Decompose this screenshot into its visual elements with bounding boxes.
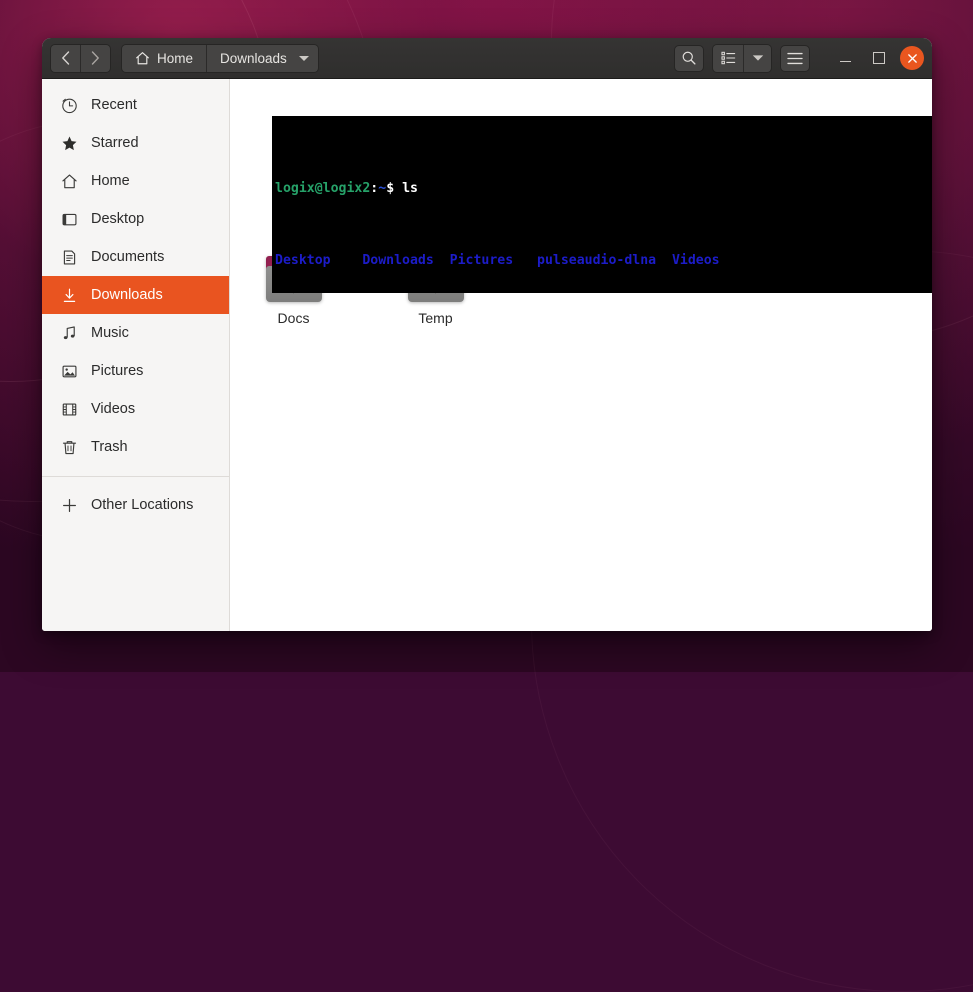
- sidebar-item-label: Music: [91, 325, 129, 341]
- window-header-bar: Home Downloads: [42, 38, 932, 79]
- terminal-command: ls: [394, 181, 418, 196]
- sidebar-item-label: Starred: [91, 135, 139, 151]
- home-icon: [61, 173, 78, 190]
- sidebar-item-videos[interactable]: Videos: [42, 390, 229, 428]
- breadcrumb-home-label: Home: [157, 51, 193, 66]
- sidebar-item-label: Downloads: [91, 287, 163, 303]
- view-options-dropdown[interactable]: [743, 45, 771, 72]
- sidebar-item-music[interactable]: Music: [42, 314, 229, 352]
- clock-icon: [61, 97, 78, 114]
- close-icon: [907, 53, 918, 64]
- minimize-icon: [840, 61, 851, 63]
- file-name-label: Docs: [278, 310, 310, 326]
- trash-icon: [61, 439, 78, 456]
- plus-icon: [61, 497, 78, 514]
- sidebar-item-trash[interactable]: Trash: [42, 428, 229, 466]
- sidebar-item-label: Trash: [91, 439, 128, 455]
- list-view-icon: [721, 51, 736, 65]
- sidebar: Recent Starred Home: [42, 79, 230, 631]
- navigation-button-group: [50, 44, 111, 73]
- sidebar-item-home[interactable]: Home: [42, 162, 229, 200]
- sidebar-item-label: Other Locations: [91, 497, 193, 513]
- document-icon: [61, 249, 78, 266]
- search-icon: [681, 50, 697, 66]
- sidebar-item-recent[interactable]: Recent: [42, 86, 229, 124]
- sidebar-item-downloads[interactable]: Downloads: [42, 276, 229, 314]
- minimize-button[interactable]: [832, 45, 858, 71]
- terminal-prompt-user: logix@logix2: [275, 181, 370, 196]
- sidebar-item-label: Recent: [91, 97, 137, 113]
- download-icon: [61, 287, 78, 304]
- header-left-controls: Home Downloads: [50, 44, 319, 73]
- breadcrumb-item-current[interactable]: Downloads: [206, 45, 318, 72]
- sidebar-item-label: Pictures: [91, 363, 143, 379]
- header-right-controls: [674, 44, 924, 73]
- main-menu-button[interactable]: [780, 45, 810, 72]
- back-button[interactable]: [51, 45, 80, 72]
- maximize-icon: [873, 52, 885, 64]
- close-button[interactable]: [900, 46, 924, 70]
- sidebar-item-label: Home: [91, 173, 130, 189]
- terminal-window[interactable]: logix@logix2:~$ ls Desktop Downloads Pic…: [272, 116, 932, 293]
- sidebar-item-starred[interactable]: Starred: [42, 124, 229, 162]
- terminal-prompt-dollar: $: [386, 181, 394, 196]
- breadcrumb-current-label: Downloads: [220, 51, 287, 66]
- sidebar-item-label: Videos: [91, 401, 135, 417]
- breadcrumb-item-home[interactable]: Home: [122, 45, 206, 72]
- sidebar-item-pictures[interactable]: Pictures: [42, 352, 229, 390]
- search-button[interactable]: [674, 45, 704, 72]
- terminal-prompt-path: ~: [378, 181, 386, 196]
- terminal-output-line: Desktop Downloads Pictures pulseaudio-dl…: [275, 252, 932, 270]
- chevron-down-icon: [299, 56, 309, 61]
- desktop-icon: [61, 211, 78, 228]
- chevron-right-icon: [91, 51, 100, 65]
- music-note-icon: [61, 325, 78, 342]
- sidebar-item-documents[interactable]: Documents: [42, 238, 229, 276]
- list-view-button[interactable]: [713, 45, 743, 72]
- forward-button[interactable]: [80, 45, 110, 72]
- sidebar-item-label: Documents: [91, 249, 164, 265]
- chevron-down-icon: [752, 54, 764, 62]
- film-icon: [61, 401, 78, 418]
- view-mode-group: [712, 44, 772, 73]
- sidebar-divider: [42, 476, 229, 477]
- sidebar-item-label: Desktop: [91, 211, 144, 227]
- terminal-line: logix@logix2:~$ ls: [275, 180, 932, 198]
- sidebar-item-other-locations[interactable]: Other Locations: [42, 486, 229, 524]
- breadcrumb: Home Downloads: [121, 44, 319, 73]
- image-icon: [61, 363, 78, 380]
- hamburger-menu-icon: [787, 52, 803, 65]
- chevron-left-icon: [61, 51, 70, 65]
- file-name-label: Temp: [418, 310, 452, 326]
- file-manager-window: Home Downloads: [42, 38, 932, 631]
- star-icon: [61, 135, 78, 152]
- sidebar-item-desktop[interactable]: Desktop: [42, 200, 229, 238]
- maximize-button[interactable]: [866, 45, 892, 71]
- home-icon: [135, 51, 150, 66]
